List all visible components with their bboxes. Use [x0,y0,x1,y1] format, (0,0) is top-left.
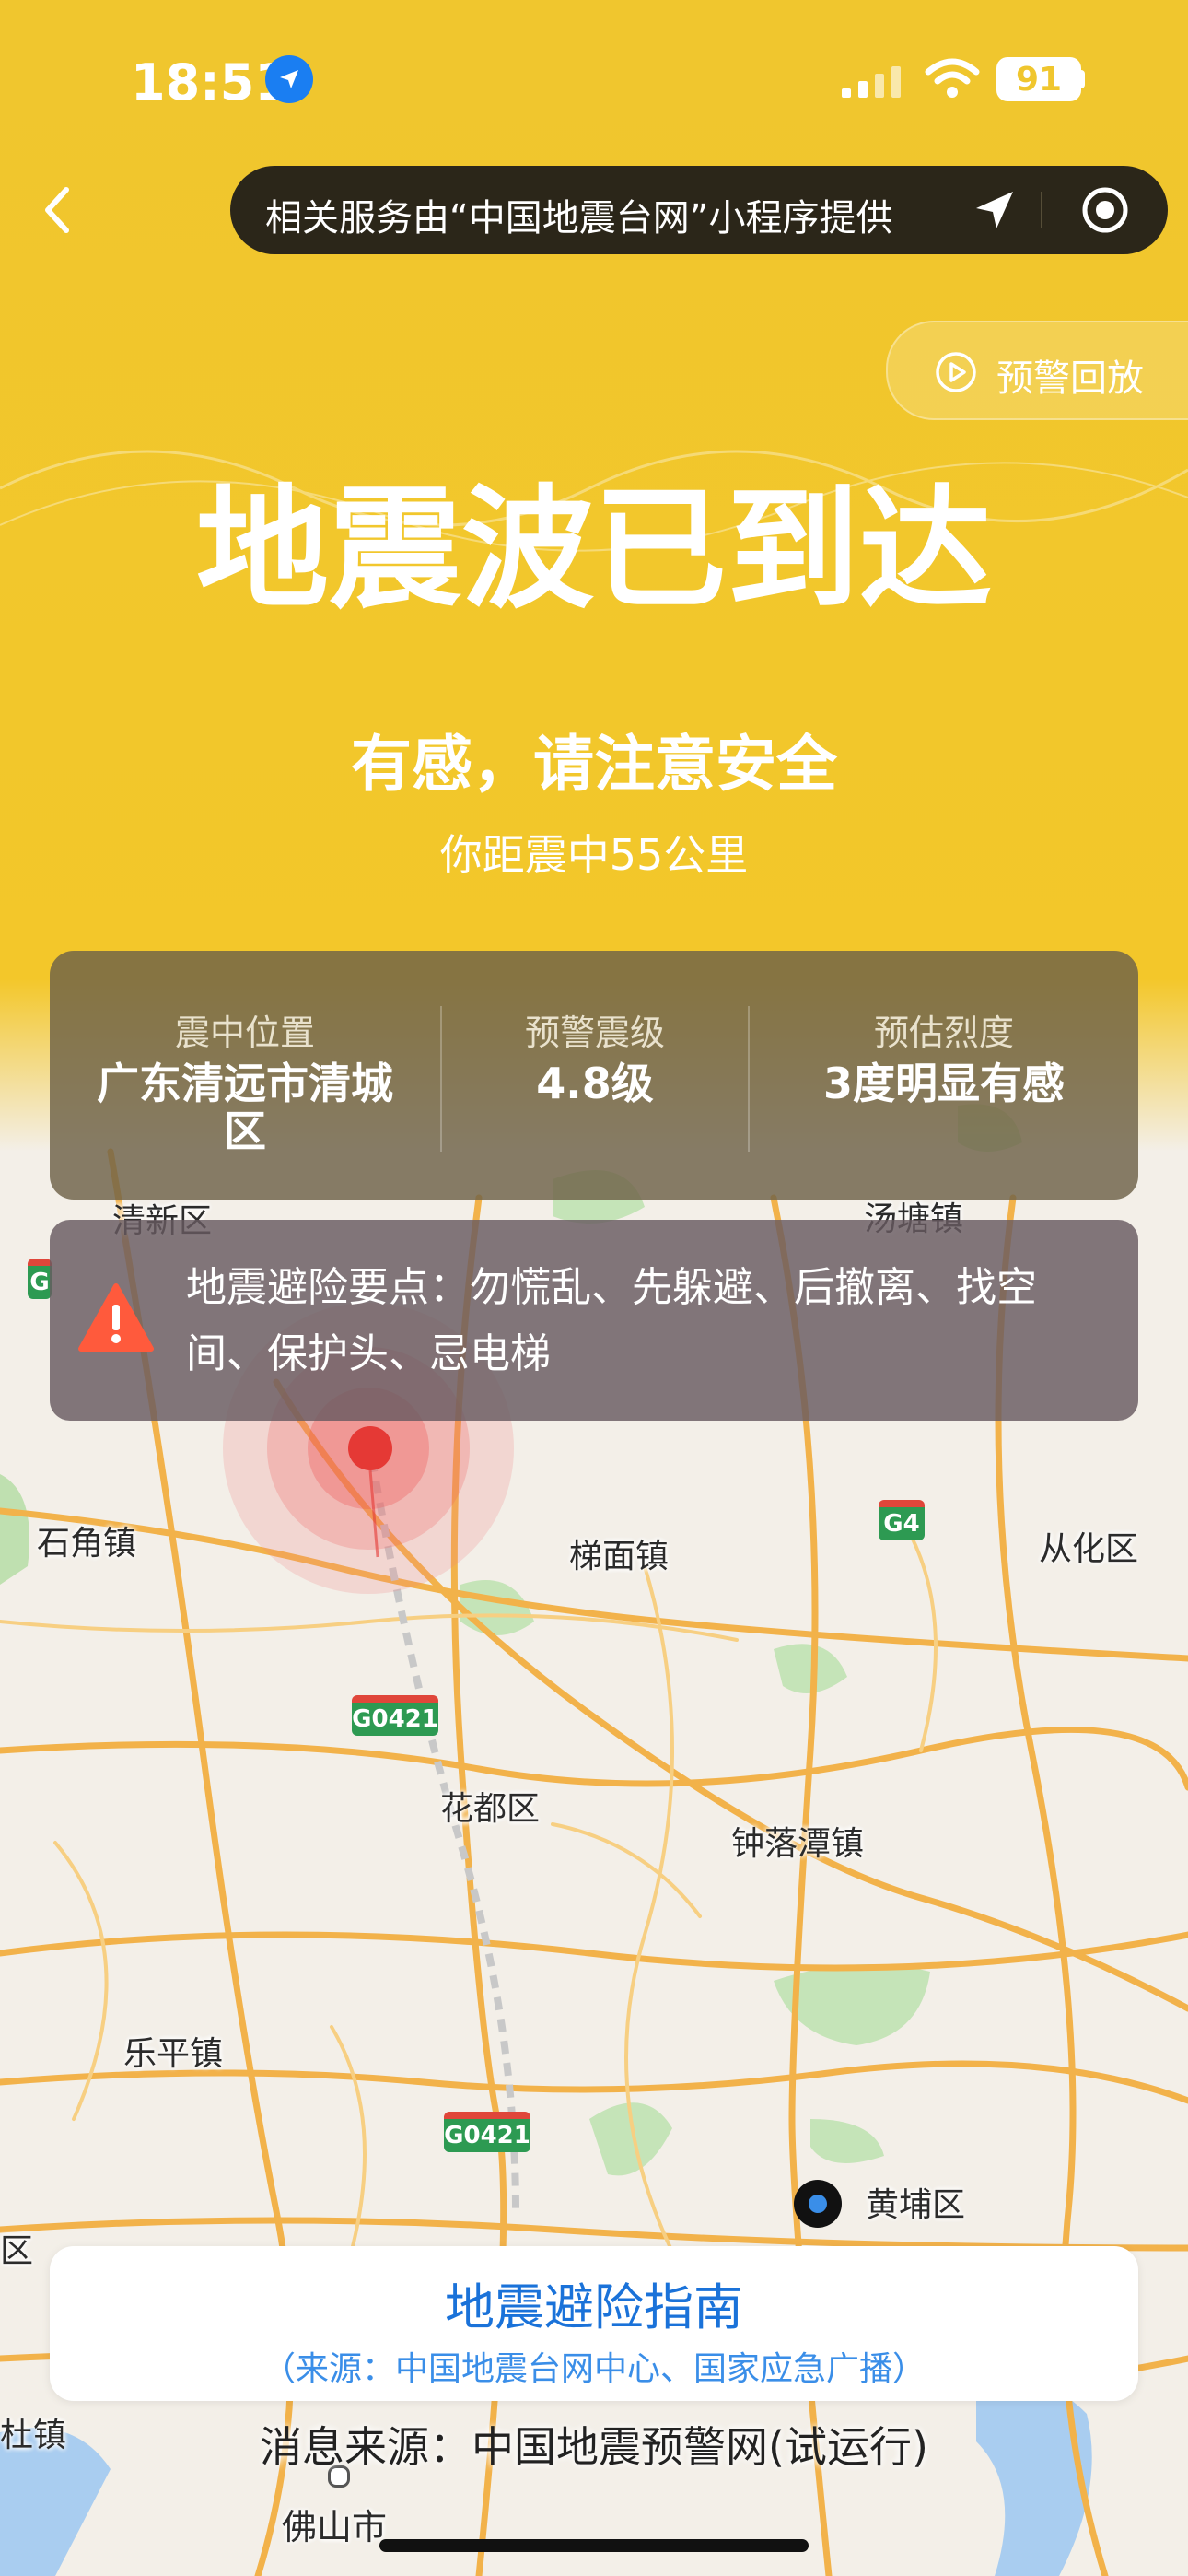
map-label-huadu: 花都区 [440,1790,541,1828]
epicenter-marker-icon[interactable] [348,1426,392,1470]
play-circle-icon [936,352,976,392]
info-label: 预估烈度 [873,1013,1014,1053]
provider-text: 相关服务由“中国地震台网”小程序提供 [265,197,893,240]
map-label-zhongluotan: 钟落潭镇 [731,1825,865,1863]
message-source: 消息来源：中国地震预警网(试运行) [260,2422,928,2472]
back-chevron-icon[interactable] [37,182,77,238]
highway-shield-g: G [28,1259,52,1299]
guide-source: （来源：中国地震台网中心、国家应急广播） [262,2350,926,2388]
map-label-qu: 区 [0,2232,34,2270]
info-epicenter: 震中位置 广东清远市清城区 [50,951,440,1200]
map-label-shijiao: 石角镇 [37,1525,137,1563]
info-magnitude: 预警震级 4.8级 [442,951,748,1200]
map-label-huangpu: 黄埔区 [866,2186,966,2224]
battery-indicator: 91 [996,57,1081,101]
warning-icon [78,1283,154,1352]
info-value: 广东清远市清城区 [97,1059,393,1156]
home-indicator[interactable] [379,2539,809,2552]
safety-guide-card[interactable]: 地震避险指南 （来源：中国地震台网中心、国家应急广播） [50,2246,1138,2401]
highway-shield-g4: G4 [879,1500,925,1540]
navigation-arrow-icon[interactable] [967,182,1022,238]
highway-shield-g0421: G0421 [444,2112,530,2152]
info-label: 预警震级 [524,1013,665,1053]
safety-tips-text: 地震避险要点：勿慌乱、先躲避、后撤离、找空间、保护头、忌电梯 [186,1264,1037,1377]
distance-text: 你距震中55公里 [439,830,749,880]
info-value: 3度明显有感 [822,1059,1065,1108]
guide-title-link[interactable]: 地震避险指南 [50,2266,1138,2339]
current-location-marker [794,2180,842,2228]
map-label-timian: 梯面镇 [569,1538,670,1575]
info-intensity: 预估烈度 3度明显有感 [750,951,1138,1200]
capsule-divider [1041,192,1042,228]
highway-shield-g0421: G0421 [352,1695,438,1736]
close-target-icon[interactable] [1079,184,1131,236]
quake-info-card: 震中位置 广东清远市清城区 预警震级 4.8级 预估烈度 3度明显有感 [50,951,1138,1200]
mini-program-capsule: 相关服务由“中国地震台网”小程序提供 [230,166,1168,254]
map-label-foshan: 佛山市 [282,2507,388,2547]
map-label-leping: 乐平镇 [123,2035,224,2073]
info-label: 震中位置 [174,1013,315,1053]
alert-subtitle: 有感，请注意安全 [351,729,837,800]
wifi-icon [925,58,980,98]
safety-tips-card: 地震避险要点：勿慌乱、先躲避、后撤离、找空间、保护头、忌电梯 [50,1220,1138,1421]
replay-button[interactable]: 预警回放 [886,321,1188,420]
cellular-signal-icon [842,66,901,98]
battery-tip [1077,70,1085,88]
info-value: 4.8级 [536,1059,654,1108]
location-arrow-icon [265,55,313,103]
alert-title: 地震波已到达 [195,472,992,626]
map-label-conghua: 从化区 [1039,1530,1139,1568]
replay-label: 预警回放 [996,357,1144,400]
